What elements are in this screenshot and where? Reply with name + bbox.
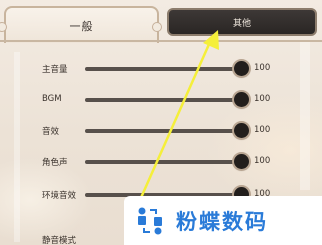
tab-general[interactable]: 一般 [4, 6, 159, 43]
tab-other[interactable]: 其他 [167, 8, 317, 36]
setting-value: 100 [254, 63, 271, 73]
setting-row-voice: 角色声 100 [0, 154, 322, 170]
volume-slider-track[interactable] [85, 160, 240, 164]
volume-slider-track[interactable] [85, 98, 240, 102]
setting-label: 环境音效 [42, 191, 77, 201]
volume-slider-knob[interactable] [234, 154, 249, 169]
setting-label: BGM [42, 94, 62, 104]
tab-general-label: 一般 [69, 19, 94, 33]
tab-other-label: 其他 [232, 18, 251, 29]
setting-row-sfx: 音效 100 [0, 123, 322, 139]
setting-label: 主音量 [42, 65, 68, 75]
volume-slider-track[interactable] [85, 67, 240, 71]
volume-slider-knob[interactable] [234, 92, 249, 107]
setting-value: 100 [254, 125, 271, 135]
mute-mode-label: 静音模式 [42, 236, 77, 245]
volume-slider-knob[interactable] [234, 61, 249, 76]
panel-divider [0, 40, 322, 42]
setting-value: 100 [254, 156, 271, 166]
watermark-text: 粉蝶数码 [176, 209, 268, 234]
setting-value: 100 [254, 94, 271, 104]
setting-label: 音效 [42, 127, 60, 137]
setting-row-bgm: BGM 100 [0, 92, 322, 108]
volume-slider-knob[interactable] [234, 123, 249, 138]
volume-slider-track[interactable] [85, 129, 240, 133]
watermark-logo-icon [138, 207, 162, 234]
settings-screen: 一般 其他 主音量 100 BGM 100 音效 100 角色声 100 环境音… [0, 0, 322, 245]
setting-row-master-volume: 主音量 100 [0, 61, 322, 77]
setting-label: 角色声 [42, 158, 68, 168]
watermark: 粉蝶数码 [124, 196, 322, 245]
tab-corner-ornament [152, 22, 162, 32]
background-pillar [14, 52, 20, 242]
